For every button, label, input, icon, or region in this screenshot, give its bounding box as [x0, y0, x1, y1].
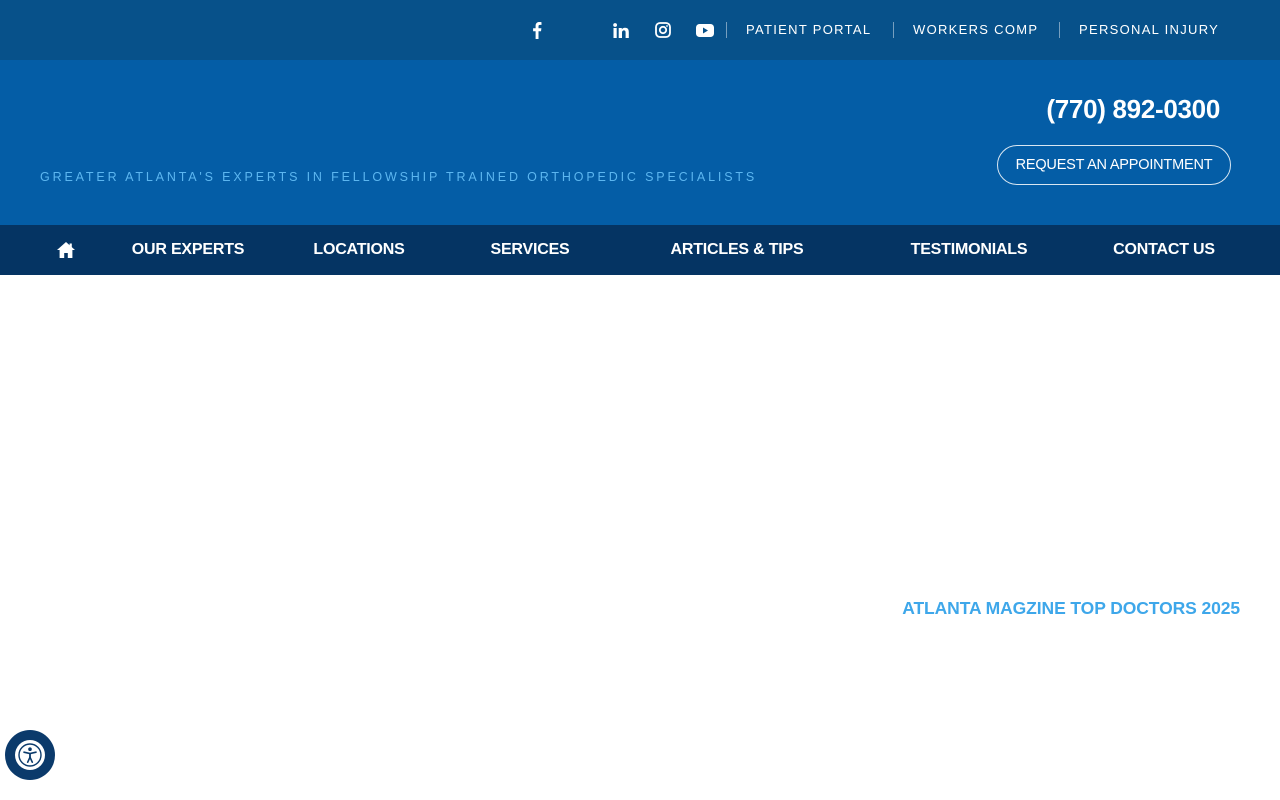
tagline: GREATER ATLANTA'S EXPERTS IN FELLOWSHIP … [40, 170, 758, 184]
phone-number[interactable]: (770) 892-0300 [1046, 94, 1220, 125]
patient-portal-link[interactable]: PATIENT PORTAL [746, 22, 871, 38]
accessibility-button[interactable] [5, 730, 55, 780]
request-appointment-button[interactable]: REQUEST AN APPOINTMENT [997, 145, 1231, 185]
main-nav: OUR EXPERTS LOCATIONS SERVICES ARTICLES … [0, 225, 1280, 275]
top-bar: PATIENT PORTAL WORKERS COMP PERSONAL INJ… [0, 0, 1280, 60]
nav-item-locations[interactable]: LOCATIONS [313, 225, 404, 275]
divider [893, 22, 894, 38]
nav-item-contact-us[interactable]: CONTACT US [1113, 225, 1215, 275]
linkedin-icon[interactable] [610, 19, 632, 41]
youtube-icon[interactable] [694, 19, 716, 41]
nav-item-our-experts[interactable]: OUR EXPERTS [132, 225, 245, 275]
facebook-icon[interactable] [526, 19, 548, 41]
workers-comp-link[interactable]: WORKERS COMP [913, 22, 1038, 38]
home-icon[interactable] [56, 240, 76, 260]
nav-item-articles-tips[interactable]: ARTICLES & TIPS [670, 225, 803, 275]
instagram-icon[interactable] [652, 19, 674, 41]
divider [1059, 22, 1060, 38]
nav-item-services[interactable]: SERVICES [490, 225, 569, 275]
nav-item-testimonials[interactable]: TESTIMONIALS [911, 225, 1028, 275]
divider [726, 22, 727, 38]
award-heading: ATLANTA MAGZINE TOP DOCTORS 2025 [902, 598, 1240, 618]
hero-area [0, 275, 1280, 800]
personal-injury-link[interactable]: PERSONAL INJURY [1079, 22, 1219, 38]
site-header: GREATER ATLANTA'S EXPERTS IN FELLOWSHIP … [0, 60, 1280, 225]
accessibility-icon [15, 740, 45, 770]
